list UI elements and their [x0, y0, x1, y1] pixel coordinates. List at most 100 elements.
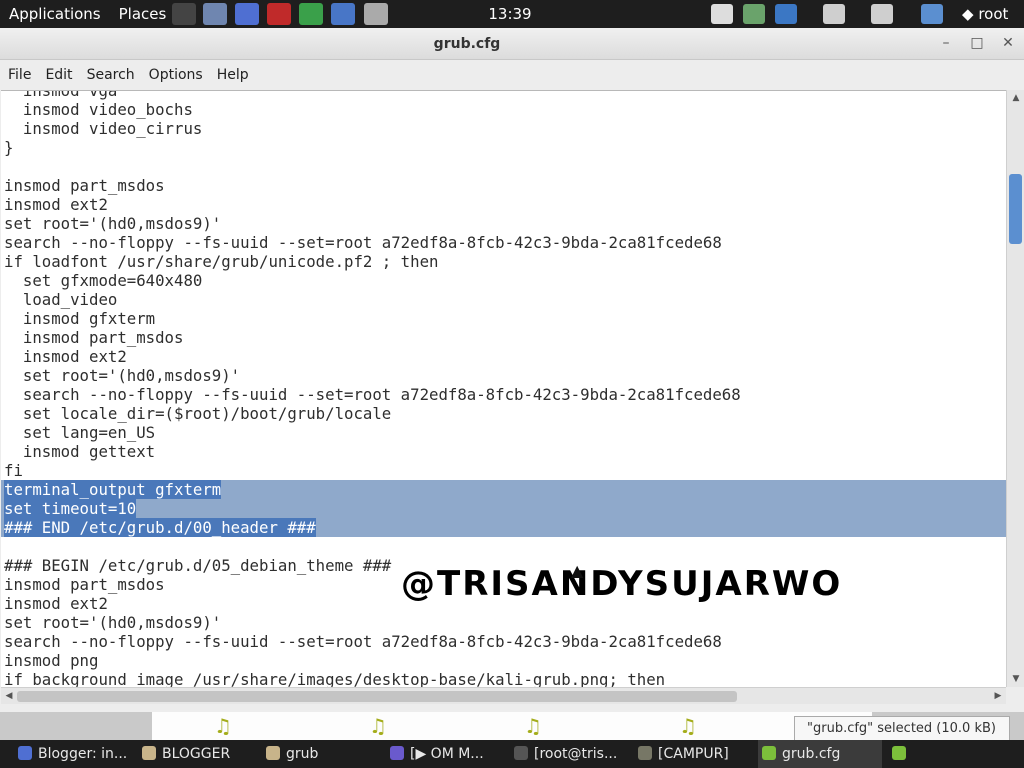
code-line[interactable]: insmod vga: [1, 91, 1006, 100]
selected-code-line[interactable]: terminal_output gfxterm: [1, 480, 1006, 499]
code-line[interactable]: set root='(hd0,msdos9)': [1, 613, 1006, 632]
code-line-text: insmod part_msdos: [4, 575, 165, 594]
vertical-scroll-thumb[interactable]: [1009, 174, 1022, 244]
code-line[interactable]: [1, 537, 1006, 556]
close-button[interactable]: ✕: [995, 32, 1021, 54]
menu-edit[interactable]: Edit: [38, 60, 79, 90]
code-line[interactable]: load_video: [1, 290, 1006, 309]
code-line[interactable]: insmod ext2: [1, 195, 1006, 214]
code-line-text: set gfxmode=640x480: [4, 271, 203, 290]
code-line[interactable]: insmod part_msdos: [1, 176, 1006, 195]
chat-icon[interactable]: [743, 4, 765, 24]
task-grub-folder[interactable]: grub: [262, 740, 380, 768]
code-line[interactable]: insmod ext2: [1, 347, 1006, 366]
menu-help[interactable]: Help: [210, 60, 256, 90]
code-line[interactable]: set root='(hd0,msdos9)': [1, 214, 1006, 233]
title-bar[interactable]: grub.cfg – □ ✕: [0, 28, 1024, 60]
code-line[interactable]: set locale_dir=($root)/boot/grub/locale: [1, 404, 1006, 423]
applications-menu[interactable]: Applications: [0, 0, 110, 28]
code-line[interactable]: set gfxmode=640x480: [1, 271, 1006, 290]
code-line-text: insmod video_cirrus: [4, 119, 203, 138]
code-line[interactable]: insmod part_msdos: [1, 328, 1006, 347]
mouse-cursor-icon: ▲: [571, 561, 584, 580]
code-line[interactable]: if background_image /usr/share/images/de…: [1, 670, 1006, 687]
scroll-right-icon[interactable]: ▶: [990, 688, 1006, 704]
code-line[interactable]: insmod gettext: [1, 442, 1006, 461]
music-note-icon: ♫: [369, 714, 387, 738]
menu-file[interactable]: File: [1, 60, 38, 90]
selected-code-line[interactable]: ### END /etc/grub.d/00_header ###: [1, 518, 1006, 537]
chrome-icon[interactable]: [299, 3, 323, 25]
watermark-text: @TRISANDYSUJARWO: [401, 564, 843, 604]
maximize-button[interactable]: □: [964, 32, 990, 54]
places-menu[interactable]: Places: [110, 0, 176, 28]
code-line[interactable]: set root='(hd0,msdos9)': [1, 366, 1006, 385]
folder-icon: [266, 745, 280, 760]
task-media-player[interactable]: [▶ OM M...: [386, 740, 504, 768]
task-blogger[interactable]: Blogger: in...: [14, 740, 132, 768]
task-campur[interactable]: [CAMPUR]: [634, 740, 752, 768]
code-line-text: insmod part_msdos: [4, 328, 184, 347]
code-line-text: insmod ext2: [4, 195, 108, 214]
code-line[interactable]: [1, 157, 1006, 176]
network-icon[interactable]: [331, 3, 355, 25]
volume-icon[interactable]: [823, 4, 845, 24]
code-line[interactable]: if loadfont /usr/share/grub/unicode.pf2 …: [1, 252, 1006, 271]
selected-code-line[interactable]: set timeout=10: [1, 499, 1006, 518]
burp-icon[interactable]: [267, 3, 291, 25]
task-terminal[interactable]: [root@tris...: [510, 740, 628, 768]
code-line[interactable]: search --no-floppy --fs-uuid --set=root …: [1, 385, 1006, 404]
scroll-up-icon[interactable]: ▲: [1008, 90, 1024, 106]
device-icon[interactable]: [711, 4, 733, 24]
iceweasel-icon[interactable]: [235, 3, 259, 25]
clock[interactable]: 13:39: [470, 0, 550, 28]
task-grub-cfg[interactable]: grub.cfg: [758, 740, 882, 768]
code-line[interactable]: insmod png: [1, 651, 1006, 670]
document-icon[interactable]: [775, 4, 797, 24]
user-menu[interactable]: ◆ root: [962, 0, 1008, 28]
tools-icon[interactable]: [203, 3, 227, 25]
code-line-text: insmod ext2: [4, 594, 108, 613]
code-line-text: insmod gfxterm: [4, 309, 156, 328]
task-label: grub: [286, 746, 319, 762]
music-note-icon: ♫: [214, 714, 232, 738]
code-line-text: insmod png: [4, 651, 99, 670]
music-note-icon: ♫: [679, 714, 697, 738]
code-line-text: search --no-floppy --fs-uuid --set=root …: [4, 233, 722, 252]
scroll-left-icon[interactable]: ◀: [1, 688, 17, 704]
clipboard-icon[interactable]: [871, 4, 893, 24]
code-line[interactable]: insmod video_cirrus: [1, 119, 1006, 138]
scroll-down-icon[interactable]: ▼: [1008, 671, 1024, 687]
code-line-text: fi: [4, 461, 23, 480]
menu-options[interactable]: Options: [142, 60, 210, 90]
code-line[interactable]: search --no-floppy --fs-uuid --set=root …: [1, 632, 1006, 651]
task-app[interactable]: [888, 740, 920, 768]
code-line-text: if background_image /usr/share/images/de…: [4, 670, 666, 687]
menu-search[interactable]: Search: [80, 60, 142, 90]
code-line[interactable]: fi: [1, 461, 1006, 480]
code-line[interactable]: }: [1, 138, 1006, 157]
music-note-icon: ♫: [524, 714, 542, 738]
chat-bubble-icon: ◆: [962, 5, 979, 23]
horizontal-scroll-thumb[interactable]: [17, 691, 737, 702]
leaf-icon: [892, 745, 906, 760]
code-line[interactable]: insmod gfxterm: [1, 309, 1006, 328]
code-line-text: ### END /etc/grub.d/00_header ###: [4, 518, 316, 537]
selection-status-tooltip: "grub.cfg" selected (10.0 kB): [794, 716, 1010, 742]
window-title: grub.cfg: [433, 36, 501, 52]
minimize-button[interactable]: –: [933, 32, 959, 54]
terminal-icon: [514, 745, 528, 760]
code-line[interactable]: insmod video_bochs: [1, 100, 1006, 119]
signal-icon[interactable]: [921, 4, 943, 24]
text-editor-area[interactable]: insmod vga insmod video_bochs insmod vid…: [1, 90, 1006, 687]
vertical-scrollbar[interactable]: ▲ ▼: [1006, 90, 1024, 687]
code-line[interactable]: set lang=en_US: [1, 423, 1006, 442]
code-line-text: set root='(hd0,msdos9)': [4, 366, 241, 385]
menu-bar: File Edit Search Options Help: [0, 60, 1024, 90]
terminal-icon[interactable]: [172, 3, 196, 25]
folder-icon: [142, 745, 156, 760]
task-blogger-folder[interactable]: BLOGGER: [138, 740, 256, 768]
horizontal-scrollbar[interactable]: ◀ ▶: [1, 687, 1006, 704]
code-line[interactable]: search --no-floppy --fs-uuid --set=root …: [1, 233, 1006, 252]
kali-tool-icon[interactable]: [364, 3, 388, 25]
